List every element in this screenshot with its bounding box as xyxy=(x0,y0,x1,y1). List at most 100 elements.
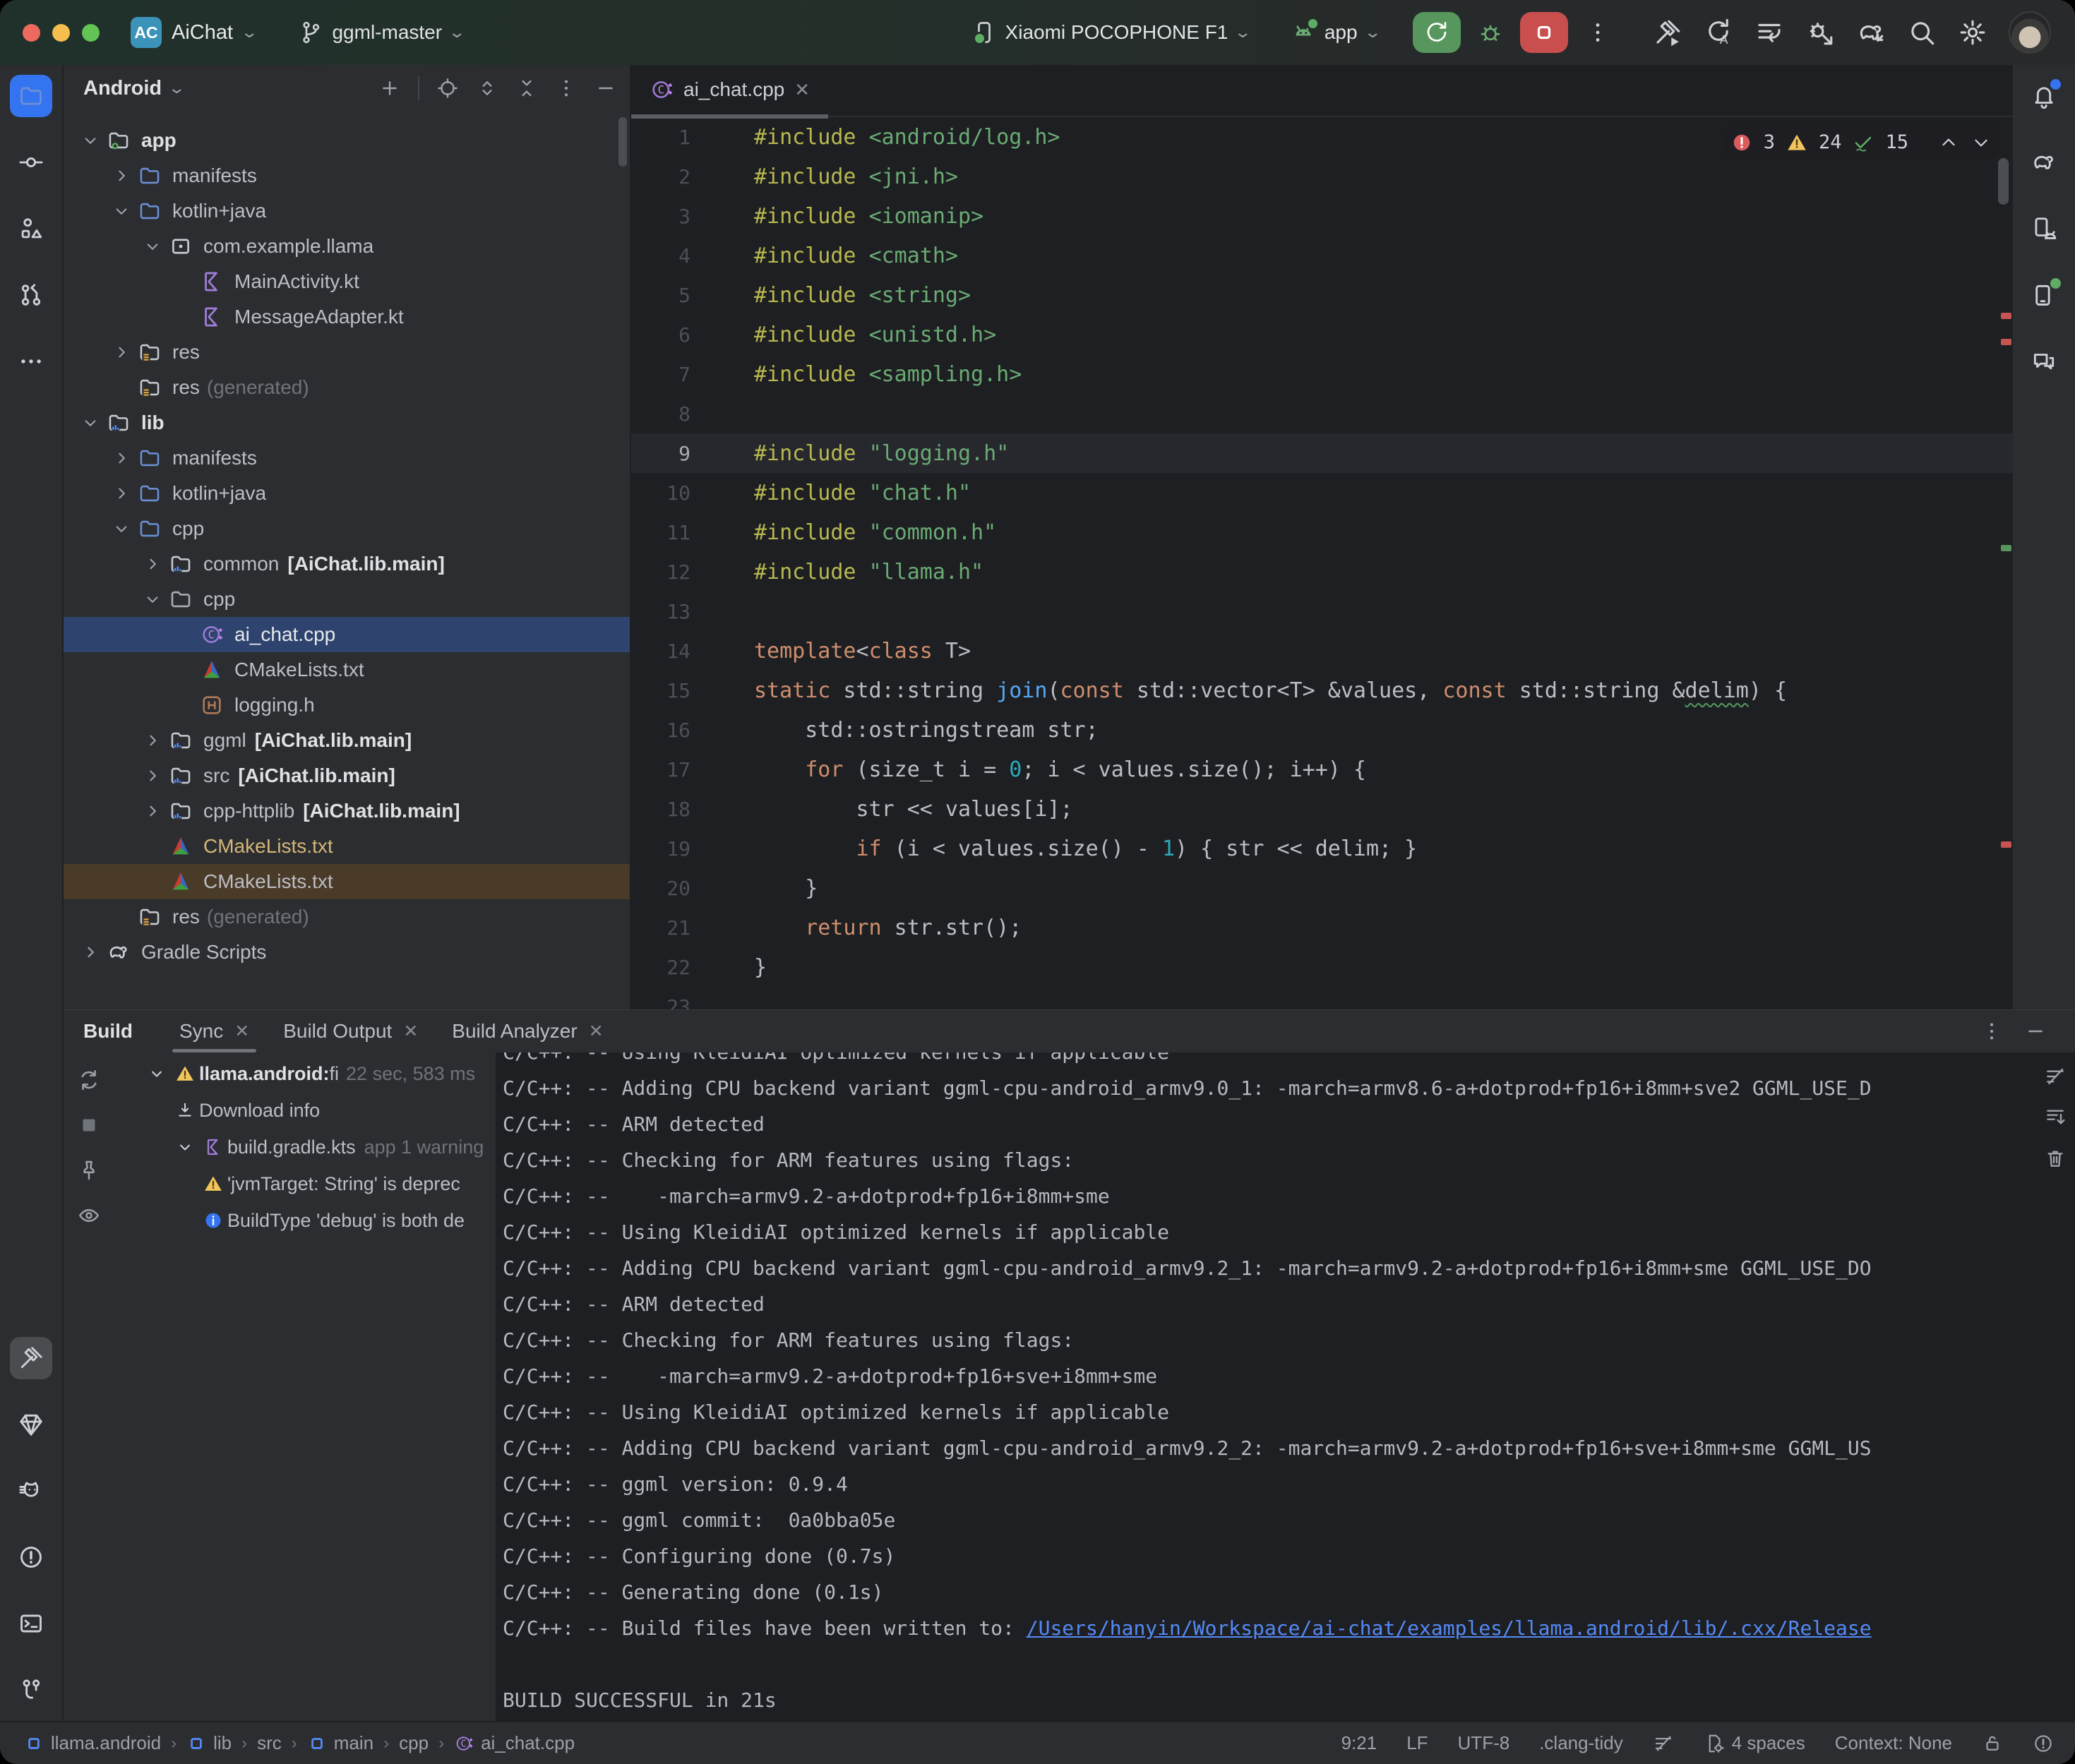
next-problem-button[interactable] xyxy=(1971,132,1992,153)
stop-build-button[interactable] xyxy=(77,1113,101,1137)
pull-requests-tool-button[interactable] xyxy=(10,274,52,316)
editor-scrollbar[interactable] xyxy=(1998,158,2009,205)
structure-tool-button[interactable] xyxy=(10,208,52,250)
tree-item-cpp[interactable]: cpp xyxy=(64,511,630,546)
close-tab-icon[interactable]: ✕ xyxy=(794,79,810,101)
terminal-tool-button[interactable] xyxy=(10,1602,52,1645)
project-selector[interactable]: AC AiChat ⌄ xyxy=(121,11,265,54)
tree-item-com-example-llama[interactable]: com.example.llama xyxy=(64,229,630,264)
breadcrumb-lib[interactable]: lib xyxy=(186,1732,232,1754)
encoding[interactable]: UTF-8 xyxy=(1458,1732,1510,1754)
notifications-button[interactable] xyxy=(2023,75,2065,117)
build-tree-item[interactable]: BuildType 'debug' is both de xyxy=(114,1202,496,1239)
project-view-selector[interactable]: Android xyxy=(83,77,162,100)
inspections-widget[interactable]: 3 24 15 xyxy=(1724,127,1999,157)
build-tab-build-analyzer[interactable]: Build Analyzer✕ xyxy=(435,1010,620,1052)
context[interactable]: Context: None xyxy=(1835,1732,1952,1754)
caret-position[interactable]: 9:21 xyxy=(1341,1732,1377,1754)
tree-item-mainactivity-kt[interactable]: MainActivity.kt xyxy=(64,264,630,299)
previous-problem-button[interactable] xyxy=(1938,132,1959,153)
logcat-tool-button[interactable] xyxy=(10,1470,52,1512)
user-avatar[interactable] xyxy=(2009,11,2051,54)
breadcrumb-llama-android[interactable]: llama.android xyxy=(24,1732,161,1754)
hide-panel-button[interactable] xyxy=(594,77,617,100)
clear-all-button[interactable] xyxy=(2044,1147,2067,1170)
breadcrumb-src[interactable]: src xyxy=(257,1732,282,1754)
indent-size[interactable]: 4 spaces xyxy=(1704,1732,1805,1754)
commit-tool-button[interactable] xyxy=(10,141,52,184)
tree-item-cmakelists-txt[interactable]: CMakeLists.txt xyxy=(64,652,630,688)
tree-item-logging-h[interactable]: logging.h xyxy=(64,688,630,723)
lock-icon[interactable] xyxy=(1982,1733,2003,1754)
indent-style-icon[interactable] xyxy=(1653,1733,1674,1754)
problems-tool-button[interactable] xyxy=(10,1536,52,1578)
attach-debugger-button[interactable] xyxy=(1805,18,1835,47)
version-control-tool-button[interactable] xyxy=(10,1669,52,1711)
code-area[interactable]: 3 24 15 1#include <android/log.h>2#inclu… xyxy=(631,117,2013,1009)
tree-item-messageadapter-kt[interactable]: MessageAdapter.kt xyxy=(64,299,630,335)
filter-button[interactable] xyxy=(77,1204,101,1228)
close-window-button[interactable] xyxy=(23,24,40,42)
breadcrumb-ai-chat-cpp[interactable]: Cai_chat.cpp xyxy=(454,1732,575,1754)
clang-tidy[interactable]: .clang-tidy xyxy=(1539,1732,1623,1754)
build-tree-item[interactable]: llama.android: fi22 sec, 583 ms xyxy=(114,1055,496,1092)
build-options-button[interactable] xyxy=(1980,1020,2003,1043)
error-stripe-mark[interactable] xyxy=(2001,313,2011,319)
tree-item-ai-chat-cpp[interactable]: Cai_chat.cpp xyxy=(64,617,630,652)
apply-changes-button[interactable]: A xyxy=(1704,18,1733,47)
tree-item-kotlin-java[interactable]: kotlin+java xyxy=(64,193,630,229)
running-devices-button[interactable] xyxy=(2023,274,2065,316)
tree-item-res[interactable]: res(generated) xyxy=(64,899,630,935)
tree-item-manifests[interactable]: manifests xyxy=(64,158,630,193)
rerun-button[interactable] xyxy=(1413,12,1461,53)
build-tree-item[interactable]: 'jvmTarget: String' is deprec xyxy=(114,1165,496,1202)
tree-item-common[interactable]: common[AiChat.lib.main] xyxy=(64,546,630,582)
profiler-button[interactable] xyxy=(1754,18,1784,47)
breadcrumb-cpp[interactable]: cpp xyxy=(399,1732,429,1754)
soft-wrap-button[interactable] xyxy=(2044,1065,2067,1088)
collapse-all-button[interactable] xyxy=(515,77,538,100)
tree-scrollbar[interactable] xyxy=(618,117,627,167)
build-tool-button[interactable] xyxy=(10,1337,52,1379)
search-everywhere-button[interactable] xyxy=(1907,18,1937,47)
error-stripe-mark[interactable] xyxy=(2001,841,2011,848)
build-tab-build-output[interactable]: Build Output✕ xyxy=(266,1010,435,1052)
options-menu-button[interactable] xyxy=(555,77,578,100)
error-stripe-mark[interactable] xyxy=(2001,339,2011,345)
tree-item-cpp[interactable]: cpp xyxy=(64,582,630,617)
gradle-tool-button[interactable] xyxy=(2023,141,2065,184)
close-tab-icon[interactable]: ✕ xyxy=(589,1021,604,1042)
pin-tab-button[interactable] xyxy=(77,1158,101,1182)
editor-tab-ai-chat-cpp[interactable]: C ai_chat.cpp ✕ xyxy=(631,65,828,119)
expand-all-button[interactable] xyxy=(476,77,498,100)
more-tools-button[interactable] xyxy=(10,340,52,383)
device-manager-button[interactable] xyxy=(2023,208,2065,250)
tree-item-cmakelists-txt[interactable]: CMakeLists.txt xyxy=(64,864,630,899)
stop-button[interactable] xyxy=(1520,12,1568,53)
line-separator[interactable]: LF xyxy=(1406,1732,1428,1754)
device-selector[interactable]: Xiaomi POCOPHONE F1 ⌄ xyxy=(971,20,1250,45)
close-tab-icon[interactable]: ✕ xyxy=(403,1021,418,1042)
error-stripe-mark[interactable] xyxy=(2001,545,2011,551)
debug-button[interactable] xyxy=(1478,20,1503,45)
tree-item-kotlin-java[interactable]: kotlin+java xyxy=(64,476,630,511)
add-button[interactable] xyxy=(378,77,401,100)
gradle-sync-button[interactable] xyxy=(1856,18,1886,47)
scroll-to-end-button[interactable] xyxy=(2044,1106,2067,1129)
tree-item-res[interactable]: res xyxy=(64,335,630,370)
build-output[interactable]: C/C++: -- Using KleidiAI optimized kerne… xyxy=(496,1052,2035,1721)
tree-item-cpp-httplib[interactable]: cpp-httplib[AiChat.lib.main] xyxy=(64,793,630,829)
tree-item-ggml[interactable]: ggml[AiChat.lib.main] xyxy=(64,723,630,758)
gemini-tool-button[interactable] xyxy=(2023,340,2065,383)
minimize-window-button[interactable] xyxy=(52,24,70,42)
tree-item-manifests[interactable]: manifests xyxy=(64,440,630,476)
tree-item-res[interactable]: res(generated) xyxy=(64,370,630,405)
sync-rerun-button[interactable] xyxy=(77,1068,101,1092)
build-tree-item[interactable]: Download info xyxy=(114,1092,496,1129)
zoom-window-button[interactable] xyxy=(82,24,100,42)
run-configuration-selector[interactable]: app ⌄ xyxy=(1291,20,1379,45)
build-output-link[interactable]: /Users/hanyin/Workspace/ai-chat/examples… xyxy=(1027,1616,1872,1640)
project-tool-button[interactable] xyxy=(10,75,52,117)
tree-item-lib[interactable]: lib xyxy=(64,405,630,440)
hide-build-button[interactable] xyxy=(2024,1020,2047,1043)
